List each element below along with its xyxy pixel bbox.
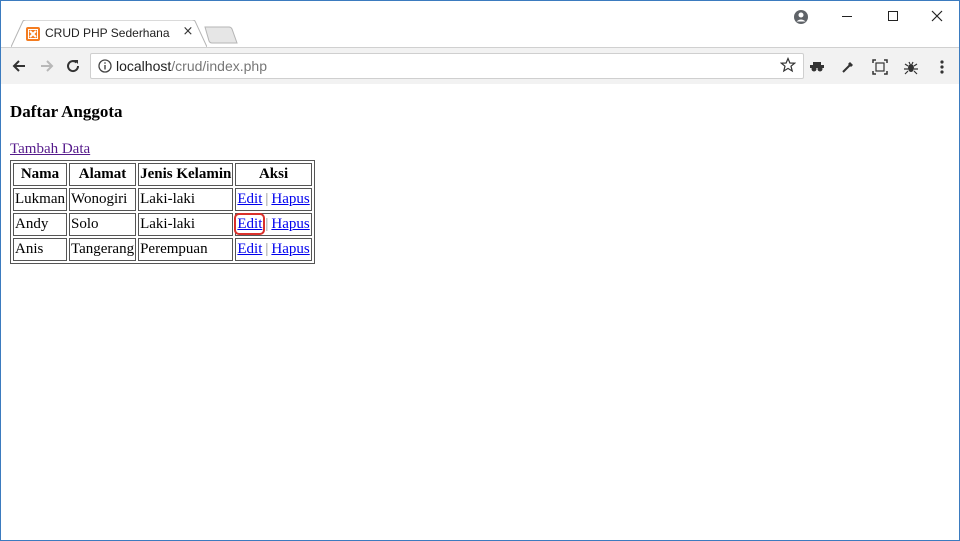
forward-arrow-icon: [41, 60, 54, 72]
cell-jenis-kelamin: Perempuan: [138, 238, 234, 261]
page-content: Daftar Anggota Tambah Data Nama Alamat J…: [1, 84, 959, 540]
reload-button[interactable]: [63, 56, 83, 76]
bug-extension-icon[interactable]: [903, 59, 919, 75]
cell-alamat: Solo: [69, 213, 137, 236]
close-icon: [931, 10, 943, 22]
eyedropper-extension-icon[interactable]: [840, 59, 856, 75]
cell-jenis-kelamin: Laki-laki: [138, 213, 234, 236]
url-host: localhost: [116, 58, 172, 74]
cell-nama: Anis: [13, 238, 67, 261]
header-aksi: Aksi: [235, 163, 312, 186]
members-table: Nama Alamat Jenis Kelamin Aksi Lukman Wo…: [10, 160, 315, 264]
cell-aksi: Edit | Hapus: [235, 188, 312, 211]
back-button[interactable]: [9, 56, 29, 76]
delete-link[interactable]: Hapus: [271, 241, 309, 257]
screenshot-extension-icon[interactable]: [872, 59, 888, 75]
bookmark-star-icon[interactable]: [780, 57, 796, 73]
table-header-row: Nama Alamat Jenis Kelamin Aksi: [13, 163, 312, 186]
delete-link[interactable]: Hapus: [271, 191, 309, 207]
page-title: Daftar Anggota: [10, 102, 123, 121]
tab-title: CRUD PHP Sederhana: [45, 26, 170, 40]
edit-link[interactable]: Edit: [237, 191, 262, 207]
back-arrow-icon: [12, 60, 25, 72]
add-data-link[interactable]: Tambah Data: [10, 141, 90, 158]
profile-icon[interactable]: [793, 9, 809, 30]
xampp-favicon-icon: [26, 27, 40, 41]
new-tab-icon: [204, 26, 238, 44]
maximize-button[interactable]: [870, 1, 916, 31]
minimize-icon: [842, 16, 852, 17]
tab-close-icon[interactable]: ×: [181, 24, 195, 39]
url-text[interactable]: localhost/crud/index.php: [116, 58, 267, 74]
cell-nama: Lukman: [13, 188, 67, 211]
maximize-icon: [888, 11, 898, 21]
menu-kebab-icon[interactable]: [934, 59, 950, 75]
header-alamat: Alamat: [69, 163, 137, 186]
edit-link-highlighted[interactable]: Edit: [234, 213, 266, 235]
table-row: Lukman Wonogiri Laki-laki Edit | Hapus: [13, 188, 312, 211]
info-icon[interactable]: [98, 59, 112, 73]
incognito-extension-icon[interactable]: [809, 59, 825, 75]
browser-window: CRUD PHP Sederhana × localhost/crud/inde…: [0, 0, 960, 541]
header-jenis-kelamin: Jenis Kelamin: [138, 163, 234, 186]
delete-link[interactable]: Hapus: [271, 216, 309, 232]
url-path: /crud/index.php: [171, 58, 267, 74]
table-row: Anis Tangerang Perempuan Edit | Hapus: [13, 238, 312, 261]
reload-icon: [67, 60, 80, 73]
close-window-button[interactable]: [914, 1, 960, 31]
cell-aksi: Edit | Hapus: [235, 238, 312, 261]
cell-nama: Andy: [13, 213, 67, 236]
forward-button[interactable]: [37, 56, 57, 76]
cell-alamat: Tangerang: [69, 238, 137, 261]
cell-aksi: Edit | Hapus: [234, 213, 312, 236]
title-bar: CRUD PHP Sederhana ×: [1, 1, 959, 47]
edit-link[interactable]: Edit: [237, 241, 262, 257]
browser-tab[interactable]: CRUD PHP Sederhana ×: [11, 20, 207, 47]
address-bar[interactable]: localhost/crud/index.php: [90, 53, 804, 79]
cell-jenis-kelamin: Laki-laki: [138, 188, 234, 211]
new-tab-button[interactable]: [204, 26, 238, 44]
cell-alamat: Wonogiri: [69, 188, 137, 211]
minimize-button[interactable]: [824, 1, 870, 31]
browser-toolbar: localhost/crud/index.php: [1, 47, 959, 85]
table-row: Andy Solo Laki-laki Edit | Hapus: [13, 213, 312, 236]
header-nama: Nama: [13, 163, 67, 186]
